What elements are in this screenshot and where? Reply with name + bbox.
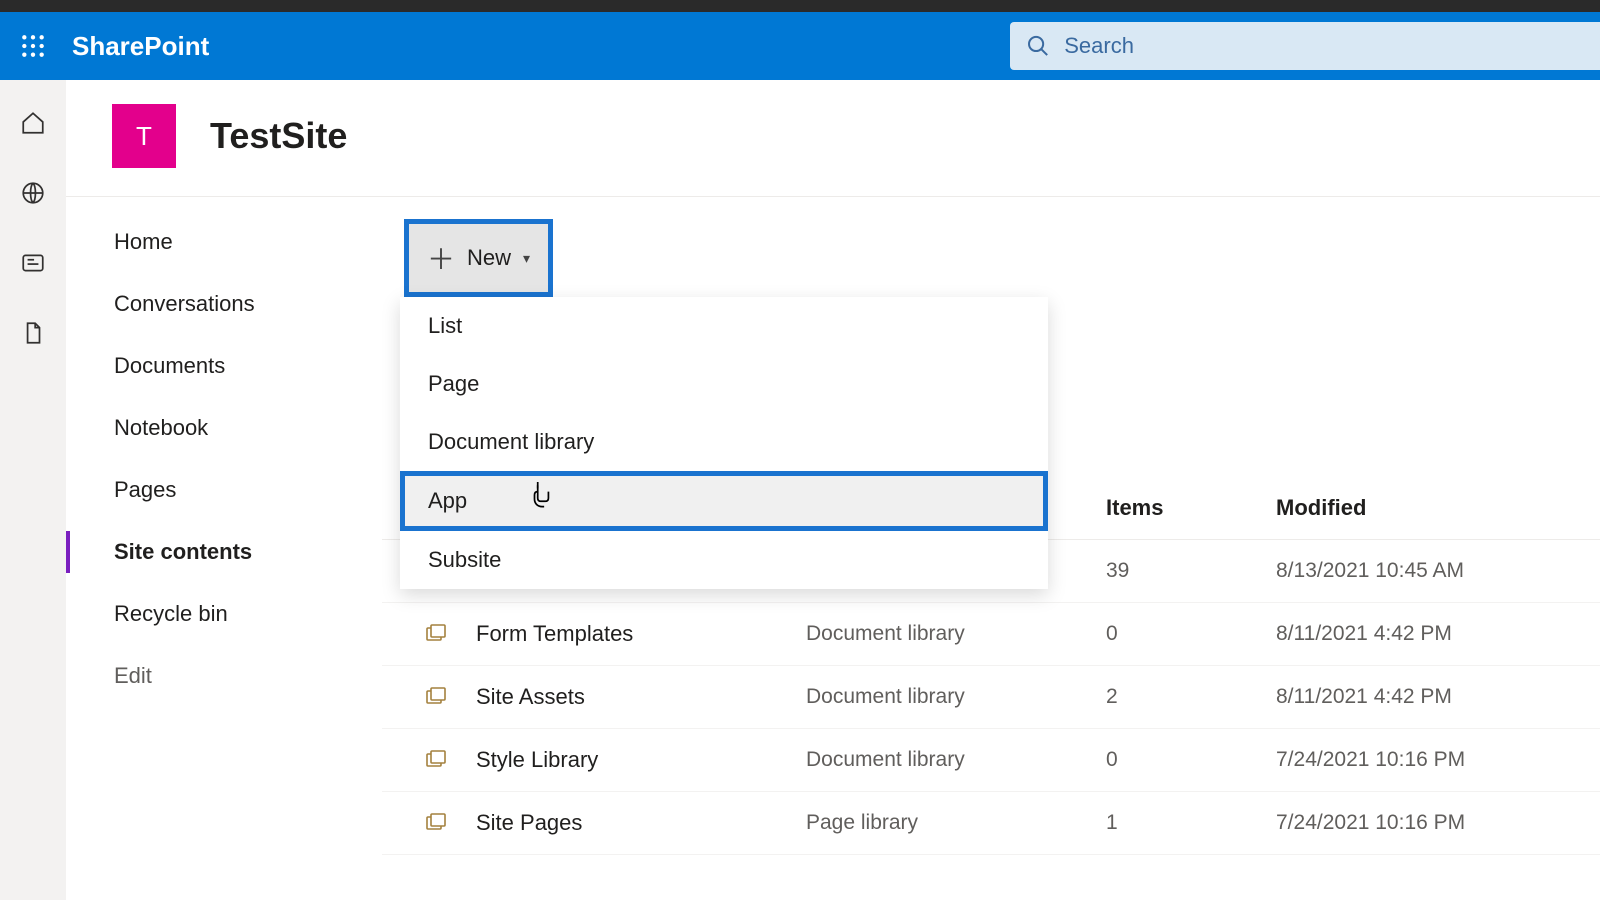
app-name[interactable]: SharePoint [72,31,209,62]
chevron-down-icon: ▾ [523,250,530,267]
plus-icon: ＋ [427,238,455,278]
main-panel: ＋ New ▾ List Page Document library App [382,197,1600,900]
sidebar-item-site-contents[interactable]: Site contents [66,521,382,583]
row-modified: 8/11/2021 4:42 PM [1276,685,1576,709]
app-launcher-button[interactable] [0,12,66,80]
col-header-modified[interactable]: Modified [1276,495,1576,521]
sidebar-edit-link[interactable]: Edit [66,645,382,707]
left-rail [0,80,66,900]
row-items: 0 [1106,748,1276,772]
row-items: 1 [1106,811,1276,835]
row-modified: 7/24/2021 10:16 PM [1276,748,1576,772]
row-name: Site Pages [476,810,806,836]
row-type: Document library [806,622,1106,646]
search-box[interactable] [1010,22,1600,70]
library-icon [406,748,476,772]
browser-chrome [0,0,1600,12]
sidebar-item-pages[interactable]: Pages [66,459,382,521]
site-title[interactable]: TestSite [210,115,347,157]
suite-bar: SharePoint [0,12,1600,80]
side-nav: Home Conversations Documents Notebook Pa… [66,197,382,900]
sidebar-item-recycle-bin[interactable]: Recycle bin [66,583,382,645]
table-row[interactable]: Site AssetsDocument library28/11/2021 4:… [382,666,1600,729]
new-dropdown: List Page Document library App Subsite [400,297,1048,589]
dropdown-item-page[interactable]: Page [400,355,1048,413]
dropdown-item-subsite[interactable]: Subsite [400,531,1048,589]
library-icon [406,811,476,835]
sidebar-item-documents[interactable]: Documents [66,335,382,397]
table-row[interactable]: Site PagesPage library17/24/2021 10:16 P… [382,792,1600,855]
library-icon [406,685,476,709]
row-items: 0 [1106,622,1276,646]
row-type: Page library [806,811,1106,835]
row-name: Site Assets [476,684,806,710]
new-button[interactable]: ＋ New ▾ [404,219,553,297]
globe-icon[interactable] [18,178,48,208]
search-input[interactable] [1064,33,1584,59]
row-items: 2 [1106,685,1276,709]
sidebar-item-home[interactable]: Home [66,211,382,273]
sidebar-item-conversations[interactable]: Conversations [66,273,382,335]
row-modified: 8/11/2021 4:42 PM [1276,622,1576,646]
search-icon [1026,33,1050,59]
row-modified: 8/13/2021 10:45 AM [1276,559,1576,583]
row-modified: 7/24/2021 10:16 PM [1276,811,1576,835]
file-icon[interactable] [18,318,48,348]
row-name: Style Library [476,747,806,773]
waffle-icon [20,33,46,59]
table-row[interactable]: Form TemplatesDocument library08/11/2021… [382,603,1600,666]
row-items: 39 [1106,559,1276,583]
site-logo[interactable]: T [112,104,176,168]
home-icon[interactable] [18,108,48,138]
sidebar-item-notebook[interactable]: Notebook [66,397,382,459]
news-icon[interactable] [18,248,48,278]
dropdown-item-app-label: App [428,488,467,513]
cursor-icon [529,482,555,512]
dropdown-item-document-library[interactable]: Document library [400,413,1048,471]
new-button-label: New [467,245,511,271]
row-name: Form Templates [476,621,806,647]
col-header-items[interactable]: Items [1106,495,1276,521]
dropdown-item-app[interactable]: App [400,471,1048,531]
table-row[interactable]: Style LibraryDocument library07/24/2021 … [382,729,1600,792]
site-header: T TestSite [66,80,1600,197]
library-icon [406,622,476,646]
dropdown-item-list[interactable]: List [400,297,1048,355]
row-type: Document library [806,685,1106,709]
row-type: Document library [806,748,1106,772]
